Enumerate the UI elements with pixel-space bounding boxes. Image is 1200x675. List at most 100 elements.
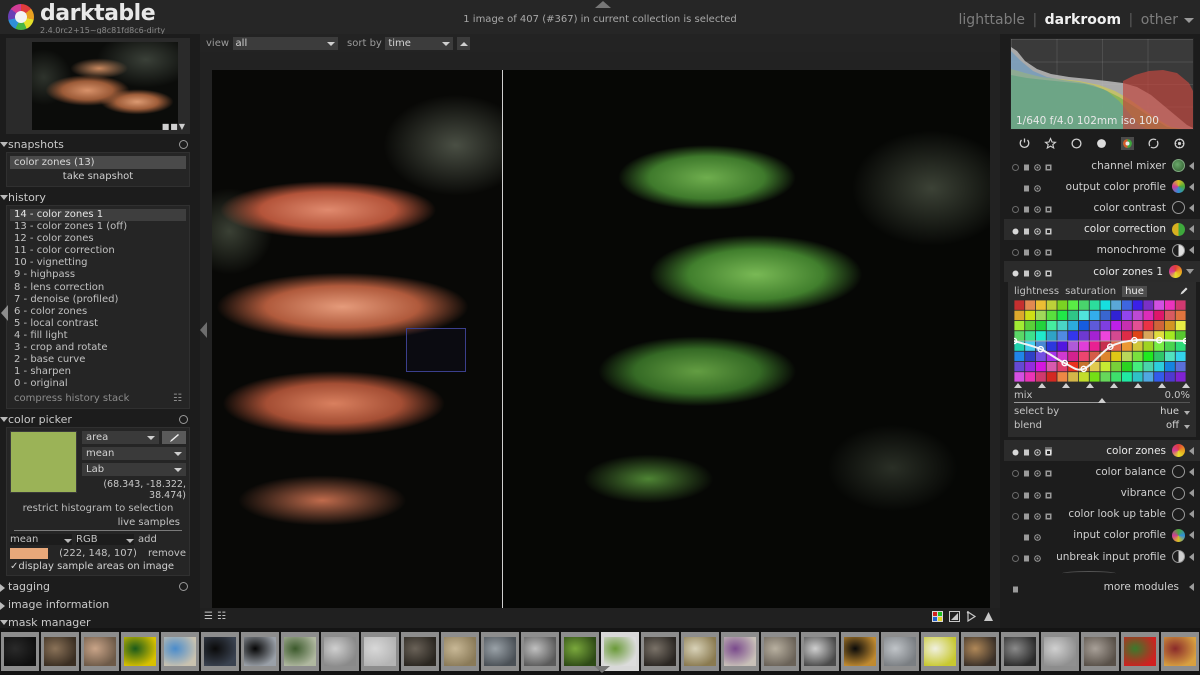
multi-instance-icon[interactable] xyxy=(1023,553,1030,562)
multi-instance-icon[interactable] xyxy=(1023,268,1030,277)
reset-icon[interactable] xyxy=(1034,511,1041,520)
power-toggle-icon[interactable] xyxy=(1012,553,1019,563)
presets-icon[interactable] xyxy=(1045,162,1052,171)
navigation-preview[interactable] xyxy=(32,42,178,130)
select-by-select[interactable]: hue xyxy=(1160,406,1190,417)
gamut-check-icon[interactable] xyxy=(966,610,977,623)
node-marker[interactable] xyxy=(1038,383,1046,389)
history-item[interactable]: 9 - highpass xyxy=(10,269,186,281)
select-by-row[interactable]: select by hue xyxy=(1014,404,1190,418)
compress-history-row[interactable]: compress history stack ☷ xyxy=(10,390,186,405)
presets-icon[interactable] xyxy=(1045,247,1052,256)
module-row-monochrome[interactable]: monochrome xyxy=(1004,240,1200,261)
remove-sample-button[interactable]: remove xyxy=(148,548,186,559)
module-row-unbreak-input-profile[interactable]: unbreak input profile xyxy=(1004,546,1200,567)
filmstrip-thumb[interactable] xyxy=(400,631,440,672)
gear-icon[interactable] xyxy=(179,140,188,149)
presets-icon[interactable] xyxy=(1045,490,1052,499)
presets-icon[interactable] xyxy=(1045,204,1052,213)
history-item[interactable]: 14 - color zones 1 xyxy=(10,209,186,222)
filmstrip-thumb[interactable] xyxy=(240,631,280,672)
filmstrip-thumb[interactable] xyxy=(1000,631,1040,672)
power-toggle-icon[interactable] xyxy=(1012,226,1019,235)
gear-icon[interactable] xyxy=(179,415,188,425)
navigation-panel[interactable]: ■■▼ xyxy=(6,38,190,134)
chevron-down-icon[interactable] xyxy=(1186,269,1194,275)
list-icon[interactable]: ☰ xyxy=(204,611,217,622)
history-item[interactable]: 7 - denoise (profiled) xyxy=(10,294,186,306)
filmstrip-thumb[interactable] xyxy=(840,631,880,672)
history-item[interactable]: 0 - original xyxy=(10,378,186,390)
sort-direction-toggle[interactable] xyxy=(456,36,470,50)
multi-instance-icon[interactable] xyxy=(1023,204,1030,213)
chevron-left-icon[interactable] xyxy=(1189,583,1194,592)
tab-lightness[interactable]: lightness xyxy=(1014,286,1059,297)
filmstrip-thumb[interactable] xyxy=(520,631,560,672)
history-item[interactable]: 8 - lens correction xyxy=(10,282,186,294)
color-zones-curve[interactable] xyxy=(1014,300,1186,382)
reset-icon[interactable] xyxy=(1034,247,1041,256)
eyedropper-icon[interactable] xyxy=(1177,286,1189,301)
node-marker[interactable] xyxy=(1182,383,1190,389)
filmstrip-thumb[interactable] xyxy=(280,631,320,672)
chevron-left-icon[interactable] xyxy=(1189,467,1194,476)
view-lighttable[interactable]: lighttable xyxy=(959,12,1026,28)
overexposure-icon[interactable] xyxy=(949,611,960,622)
picker-statistic-select[interactable]: mean xyxy=(82,447,186,461)
node-marker[interactable] xyxy=(1062,383,1070,389)
presets-icon[interactable] xyxy=(1045,447,1052,456)
multi-instance-icon[interactable] xyxy=(1023,532,1030,541)
compress-history-icon[interactable]: ☷ xyxy=(173,393,182,404)
multi-instance-icon[interactable] xyxy=(1023,468,1030,477)
filmstrip-thumb[interactable] xyxy=(160,631,200,672)
reset-icon[interactable] xyxy=(1034,468,1041,478)
module-row-color-look-up-table[interactable]: color look up table xyxy=(1004,504,1200,525)
image-information-header[interactable]: image information xyxy=(0,597,196,612)
module-row-channel-mixer[interactable]: channel mixer xyxy=(1004,155,1200,176)
color-picker-icon[interactable] xyxy=(932,611,943,622)
power-toggle-icon[interactable] xyxy=(1012,447,1019,456)
chevron-down-icon[interactable] xyxy=(1184,18,1194,23)
history-item[interactable]: 13 - color zones 1 (off) xyxy=(10,221,186,233)
module-row-color-zones-1[interactable]: color zones 1 xyxy=(1004,260,1200,283)
multi-instance-icon[interactable] xyxy=(1023,162,1030,171)
reset-icon[interactable] xyxy=(1034,553,1041,562)
module-row-color-zones[interactable]: color zones xyxy=(1004,440,1200,462)
filmstrip-thumb[interactable] xyxy=(480,631,520,672)
power-toggle-icon[interactable] xyxy=(1012,490,1019,499)
picker-colorspace-select[interactable]: Lab xyxy=(82,463,186,477)
filmstrip-thumb[interactable] xyxy=(800,631,840,672)
chevron-left-icon[interactable] xyxy=(1189,161,1194,170)
module-row-input-color-profile[interactable]: input color profile xyxy=(1004,525,1200,546)
reset-icon[interactable] xyxy=(1034,162,1041,171)
snapshot-item[interactable]: color zones (13) xyxy=(10,156,186,169)
bottom-right-icon-group[interactable] xyxy=(932,610,994,623)
reset-icon[interactable] xyxy=(1034,204,1041,214)
history-item[interactable]: 10 - vignetting xyxy=(10,257,186,269)
filmstrip-thumb[interactable] xyxy=(120,631,160,672)
reset-icon[interactable] xyxy=(1034,183,1041,193)
reset-icon[interactable] xyxy=(1034,532,1041,541)
chevron-left-icon[interactable] xyxy=(1189,446,1194,455)
reset-icon[interactable] xyxy=(1034,490,1041,499)
filmstrip-thumb[interactable] xyxy=(920,631,960,672)
view-switcher[interactable]: lighttable | darkroom | other xyxy=(959,12,1178,28)
presets-icon[interactable] xyxy=(1045,511,1052,520)
image-canvas[interactable] xyxy=(212,70,990,608)
presets-icon[interactable] xyxy=(1045,468,1052,477)
filmstrip-thumb[interactable] xyxy=(760,631,800,672)
history-item[interactable]: 5 - local contrast xyxy=(10,318,186,330)
module-row-color-balance[interactable]: color balance xyxy=(1004,461,1200,482)
power-icon[interactable] xyxy=(1018,137,1031,150)
view-other[interactable]: other xyxy=(1141,12,1178,28)
filmstrip-thumb[interactable] xyxy=(440,631,480,672)
tab-saturation[interactable]: saturation xyxy=(1065,286,1116,297)
view-darkroom[interactable]: darkroom xyxy=(1045,12,1121,28)
power-toggle-icon[interactable] xyxy=(1012,268,1019,277)
power-toggle-icon[interactable] xyxy=(1012,162,1019,172)
view-filter-select[interactable]: all xyxy=(232,36,338,50)
color-picker-header[interactable]: color picker xyxy=(0,412,196,427)
blend-row[interactable]: blend off xyxy=(1014,418,1190,432)
live-sample-statistic-select[interactable]: mean xyxy=(10,534,72,546)
left-panel-toggle-arrow[interactable] xyxy=(200,322,207,338)
